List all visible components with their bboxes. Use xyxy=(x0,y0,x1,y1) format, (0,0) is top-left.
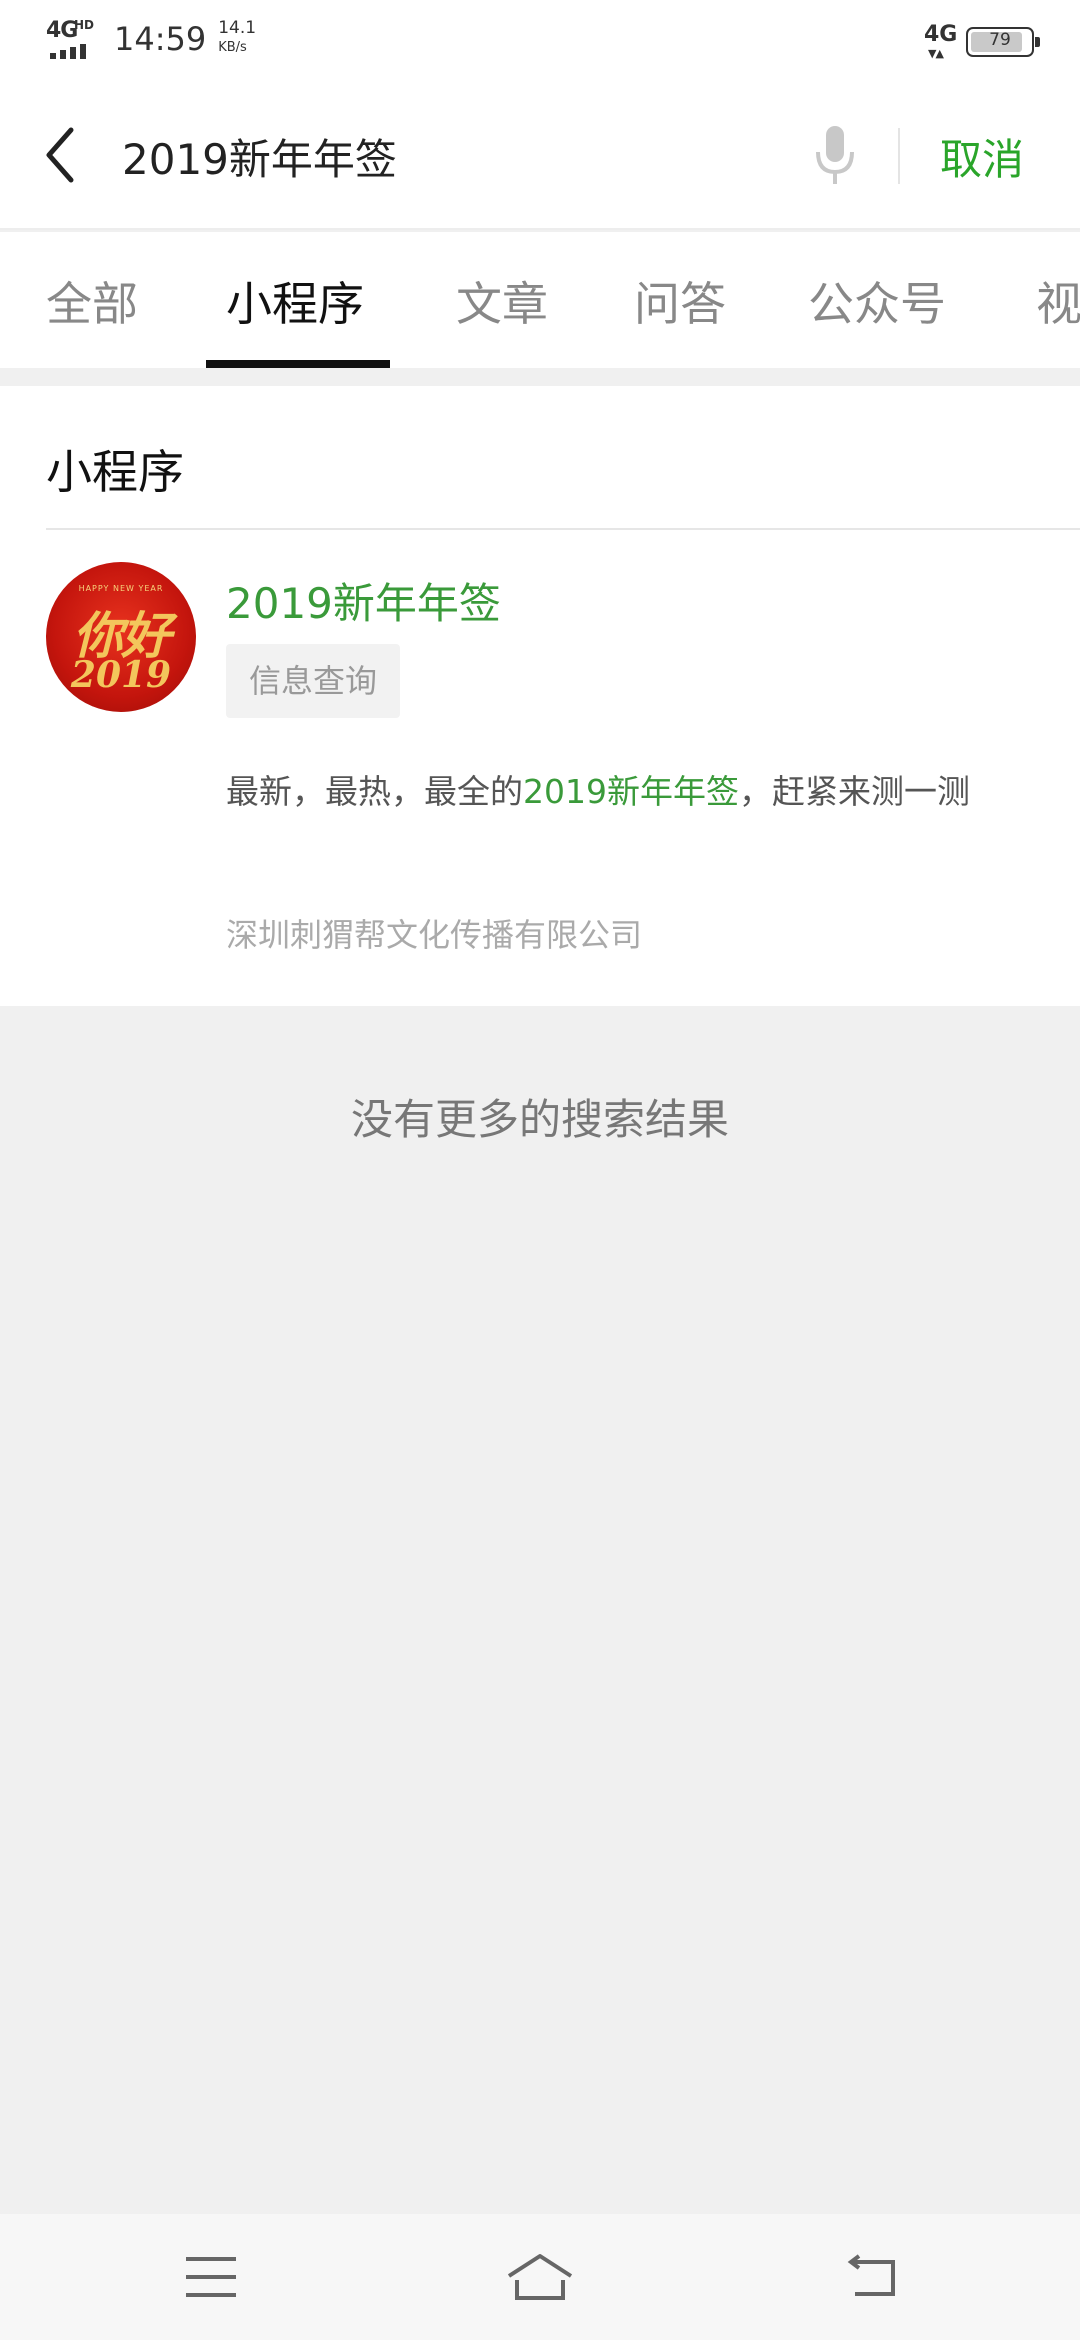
desc-highlight: 2019新年年签 xyxy=(523,772,739,811)
mini-program-icon: HAPPY NEW YEAR 你好 2019 xyxy=(46,562,196,712)
voice-search-button[interactable] xyxy=(812,124,858,188)
data-arrows-icon: ▼▲ xyxy=(928,47,944,60)
battery-level: 79 xyxy=(989,30,1011,50)
mobile-data-icon: 4G ▼▲ xyxy=(924,22,958,62)
desc-text-before: 最新，最热，最全的 xyxy=(226,772,523,811)
icon-text-year: 2019 xyxy=(70,654,172,696)
tab-mini-program[interactable]: 小程序 xyxy=(226,268,364,334)
search-tabs: 全部 小程序 文章 问答 公众号 视 xyxy=(0,232,1080,368)
network-type-right: 4G xyxy=(924,22,958,47)
search-input[interactable]: 2019新年年签 xyxy=(122,126,397,187)
no-more-results: 没有更多的搜索结果 xyxy=(350,1095,729,1144)
home-button[interactable] xyxy=(505,2244,575,2310)
speed-unit: KB/s xyxy=(218,40,247,55)
microphone-icon xyxy=(816,126,854,184)
results-section: 小程序 HAPPY NEW YEAR 你好 2019 2019新年年签 信息查询… xyxy=(0,386,1080,1006)
signal-icon: 4G HD xyxy=(46,18,106,60)
status-left: 4G HD 14:59 14.1 KB/s xyxy=(46,18,256,60)
tab-qa[interactable]: 问答 xyxy=(634,268,726,334)
tab-all[interactable]: 全部 xyxy=(46,268,138,334)
return-button[interactable] xyxy=(836,2244,906,2310)
result-title[interactable]: 2019新年年签 xyxy=(226,570,501,631)
battery-icon: 79 xyxy=(966,27,1040,57)
status-right: 4G ▼▲ 79 xyxy=(924,22,1040,62)
network-hd: HD xyxy=(74,18,95,32)
result-description: 最新，最热，最全的2019新年年签，赶紧来测一测 xyxy=(226,766,1016,818)
network-speed: 14.1 KB/s xyxy=(218,18,257,55)
icon-text-small: HAPPY NEW YEAR xyxy=(78,584,164,593)
home-icon xyxy=(507,2254,573,2300)
chevron-left-icon xyxy=(46,127,74,183)
signal-bars xyxy=(50,44,86,59)
menu-button[interactable] xyxy=(176,2244,246,2310)
speed-value: 14.1 xyxy=(218,18,257,38)
tab-articles[interactable]: 文章 xyxy=(456,268,548,334)
mini-program-result[interactable]: HAPPY NEW YEAR 你好 2019 2019新年年签 信息查询 最新，… xyxy=(0,530,1080,1006)
clock: 14:59 xyxy=(114,20,207,58)
company-name: 深圳刺猬帮文化传播有限公司 xyxy=(226,916,643,954)
menu-icon xyxy=(186,2257,236,2297)
cancel-button[interactable]: 取消 xyxy=(940,126,1024,187)
network-type: 4G xyxy=(46,18,78,43)
system-nav-bar xyxy=(0,2214,1080,2340)
status-bar: 4G HD 14:59 14.1 KB/s 4G ▼▲ 79 xyxy=(0,0,1080,80)
back-arrow-icon xyxy=(847,2254,895,2296)
desc-text-after: ，赶紧来测一测 xyxy=(738,772,970,811)
category-tag: 信息查询 xyxy=(226,644,400,718)
back-button[interactable] xyxy=(30,120,90,190)
header-divider xyxy=(898,128,900,184)
section-title: 小程序 xyxy=(46,445,184,499)
tab-video[interactable]: 视 xyxy=(1036,268,1080,334)
search-header: 2019新年年签 取消 xyxy=(0,80,1080,230)
tab-official-accounts[interactable]: 公众号 xyxy=(808,268,946,334)
active-tab-indicator xyxy=(206,360,390,368)
